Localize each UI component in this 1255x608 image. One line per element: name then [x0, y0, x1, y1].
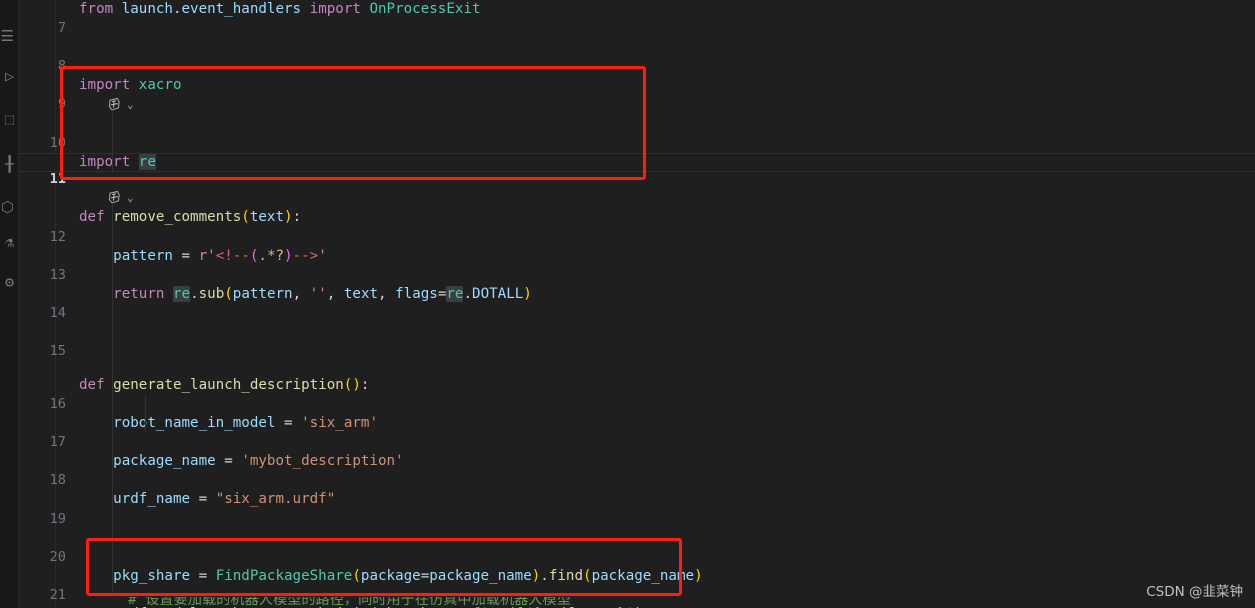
line-number-active: 11 — [49, 170, 66, 187]
line-source: from launch.event_handlers import OnProc… — [79, 1, 481, 17]
settings-gear-icon[interactable]: ⚙ — [0, 268, 14, 296]
line-source: return re.sub(pattern, '', text, flags=r… — [113, 285, 532, 302]
source-control-icon[interactable]: ╂ — [0, 150, 14, 178]
ai-assistant-logo-icon[interactable] — [107, 190, 122, 205]
indent-guide — [112, 204, 113, 596]
line-source: urdf_name = "six_arm.urdf" — [113, 491, 336, 508]
code-line-9[interactable]: 9 import xacro — [19, 76, 1255, 112]
codelens-ai-assistant-row[interactable]: ⌄ — [19, 96, 1255, 115]
code-lines[interactable]: 7 from launch.event_handlers import OnPr… — [19, 0, 1255, 608]
line-number: 13 — [49, 266, 66, 283]
line-source: import xacro — [79, 77, 182, 94]
codelens-ai-assistant-row-2[interactable]: ⌄ — [19, 189, 1255, 208]
line-number: 18 — [49, 472, 66, 489]
line-number: 17 — [49, 434, 66, 451]
csdn-watermark: CSDN @韭菜钟 — [1146, 584, 1243, 600]
code-line-17[interactable]: 17 robot_name_in_model = 'six_arm' — [19, 414, 1255, 450]
codelens-inner[interactable]: ⌄ — [107, 97, 134, 112]
chevron-down-icon[interactable]: ⌄ — [127, 192, 134, 203]
code-line-8[interactable]: 8 — [19, 38, 1255, 74]
line-source: pattern = r'<!--(.*?)-->' — [113, 247, 327, 264]
codelens-inner-2[interactable]: ⌄ — [107, 190, 134, 205]
explorer-icon[interactable]: ☰ — [0, 22, 14, 50]
line-number: 14 — [49, 304, 66, 321]
line-source: import re — [79, 153, 156, 170]
editor-window: ☰ ▷ ⬚ ╂ ⬡ ⚗ ⚙ 7 from launch.event_handle… — [0, 0, 1255, 608]
code-line-7[interactable]: 7 from launch.event_handlers import OnPr… — [19, 0, 1255, 36]
line-number: 7 — [57, 20, 66, 37]
line-number: 16 — [49, 395, 66, 412]
line-number: 20 — [49, 548, 66, 565]
code-line-20[interactable]: 20 — [19, 529, 1255, 565]
code-line-37-clipped[interactable]: # 设置要加载的机器人模型的路径，同时用于在仿真中加载机器人模型 — [19, 597, 1255, 608]
activity-bar: ☰ ▷ ⬚ ╂ ⬡ ⚗ ⚙ — [0, 0, 19, 608]
extensions-icon[interactable]: ⬚ — [0, 105, 14, 133]
line-source: # 设置要加载的机器人模型的路径，同时用于在仿真中加载机器人模型 — [94, 597, 571, 608]
code-line-15[interactable]: 15 — [19, 323, 1255, 359]
code-line-16[interactable]: 16 def generate_launch_description(): — [19, 376, 1255, 412]
indent-guide — [112, 113, 113, 171]
code-line-12[interactable]: 12 def remove_comments(text): — [19, 208, 1255, 244]
line-source: robot_name_in_model = 'six_arm' — [113, 415, 378, 432]
chevron-down-icon[interactable]: ⌄ — [127, 99, 134, 110]
testing-icon[interactable]: ⚗ — [0, 228, 14, 256]
code-line-18[interactable]: 18 package_name = 'mybot_description' — [19, 452, 1255, 488]
remote-icon[interactable]: ⬡ — [0, 193, 14, 221]
line-source: package_name = 'mybot_description' — [113, 453, 404, 470]
ai-assistant-logo-icon[interactable] — [107, 97, 122, 112]
code-line-11[interactable]: 11 import re — [19, 152, 1255, 187]
code-line-13[interactable]: 13 pattern = r'<!--(.*?)-->' — [19, 247, 1255, 283]
indent-guide — [145, 395, 146, 433]
line-number: 10 — [49, 134, 66, 151]
code-line-21[interactable]: 21 pkg_share = FindPackageShare(package=… — [19, 567, 1255, 603]
line-source: pkg_share = FindPackageShare(package=pac… — [113, 567, 703, 584]
run-debug-icon[interactable]: ▷ — [0, 62, 14, 90]
line-number: 12 — [49, 228, 66, 245]
code-editor-pane[interactable]: 7 from launch.event_handlers import OnPr… — [19, 0, 1255, 608]
line-number: 19 — [49, 510, 66, 527]
line-number: 8 — [57, 58, 66, 75]
code-line-19[interactable]: 19 urdf_name = "six_arm.urdf" — [19, 490, 1255, 526]
line-number: 15 — [49, 343, 66, 360]
line-source: def generate_launch_description(): — [79, 376, 370, 393]
code-line-14[interactable]: 14 return re.sub(pattern, '', text, flag… — [19, 285, 1255, 321]
code-line-10[interactable]: 10 — [19, 115, 1255, 151]
